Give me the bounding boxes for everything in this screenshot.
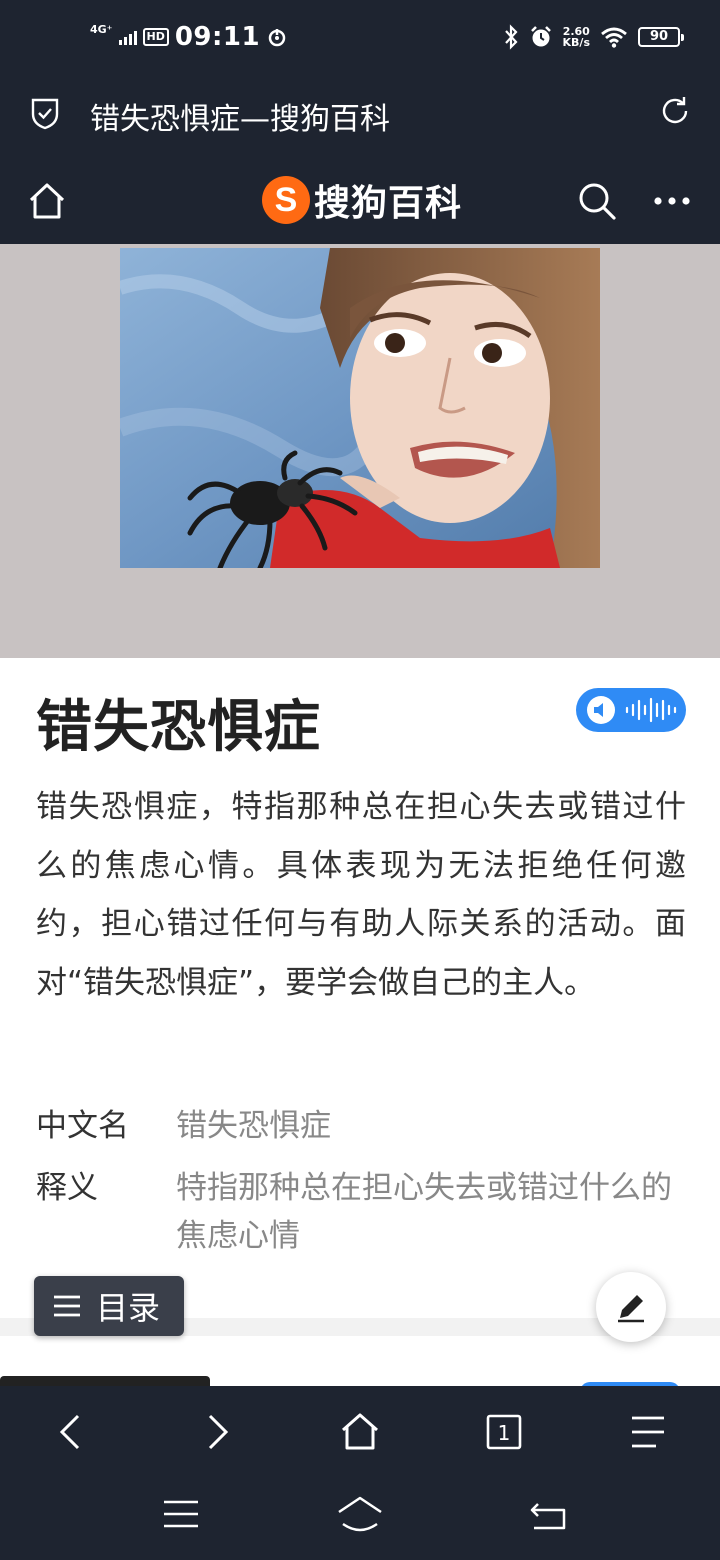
info-box: 中文名 错失恐惧症 释义 特指那种总在担心失去或错过什么的焦虑心情 <box>36 1102 686 1274</box>
system-back-icon[interactable] <box>524 1494 574 1534</box>
alarm-icon <box>530 26 551 47</box>
hd-badge: HD <box>142 28 169 46</box>
next-section-peek <box>0 1336 720 1386</box>
system-home-icon[interactable] <box>335 1494 385 1534</box>
home-icon[interactable] <box>26 180 68 222</box>
table-of-contents-button[interactable]: 目录 <box>34 1276 184 1336</box>
article-content: 错失恐惧症 错失恐惧症，特指那种总在担心失去或错过什么的焦虑心情。具体表现为无法… <box>0 658 720 1318</box>
bluetooth-icon <box>504 24 518 50</box>
tab-count: 1 <box>498 1421 511 1445</box>
article-image[interactable] <box>120 248 600 568</box>
shield-icon[interactable] <box>30 96 60 130</box>
info-key: 中文名 <box>36 1108 129 1144</box>
network-speed: 2.60 KB/s <box>563 26 590 48</box>
menu-icon[interactable] <box>626 1410 670 1454</box>
info-value: 错失恐惧症 <box>176 1108 331 1144</box>
wifi-icon <box>601 27 627 48</box>
logo-text: 搜狗百科 <box>314 183 463 224</box>
edit-icon <box>618 1295 644 1323</box>
toc-label: 目录 <box>96 1289 161 1327</box>
browser-toolbar: 1 <box>0 1386 720 1476</box>
reload-icon[interactable] <box>658 94 692 128</box>
edit-button[interactable] <box>596 1272 666 1342</box>
waveform-icon <box>625 697 677 723</box>
status-left: 4G⁺ HD 09:11 <box>90 22 288 52</box>
info-key: 释义 <box>36 1170 98 1206</box>
logo-badge: S <box>262 176 310 224</box>
search-icon[interactable] <box>576 180 618 222</box>
battery-indicator: 90 <box>638 27 684 47</box>
back-icon[interactable] <box>50 1410 94 1454</box>
info-row: 中文名 错失恐惧症 <box>36 1102 686 1150</box>
menu-icon <box>54 1295 80 1317</box>
status-right: 2.60 KB/s 90 <box>503 24 684 50</box>
network-type: 4G⁺ <box>90 22 113 36</box>
system-navigation <box>0 1476 720 1560</box>
read-aloud-button[interactable] <box>576 688 686 732</box>
site-header: S 搜狗百科 <box>0 156 720 244</box>
clock: 09:11 <box>174 22 261 52</box>
sync-icon <box>268 29 286 47</box>
recent-apps-icon[interactable] <box>156 1494 206 1534</box>
status-bar: 4G⁺ HD 09:11 2.60 KB/s 90 <box>0 0 720 78</box>
page-title-url[interactable]: 错失恐惧症—搜狗百科 <box>90 94 390 138</box>
forward-icon[interactable] <box>194 1410 238 1454</box>
signal-icon <box>118 29 137 45</box>
more-icon[interactable] <box>652 186 692 216</box>
sogou-baike-logo[interactable]: S 搜狗百科 <box>262 174 462 226</box>
tabs-icon[interactable]: 1 <box>482 1410 526 1454</box>
article-summary: 错失恐惧症，特指那种总在担心失去或错过什么的焦虑心情。具体表现为无法拒绝任何邀约… <box>36 789 686 1001</box>
speed-unit: KB/s <box>562 36 590 49</box>
url-bar: 错失恐惧症—搜狗百科 <box>0 78 720 156</box>
info-row: 释义 特指那种总在担心失去或错过什么的焦虑心情 <box>36 1164 686 1260</box>
hero-banner <box>0 244 720 658</box>
next-section-title <box>0 1376 210 1386</box>
home-icon[interactable] <box>338 1410 382 1454</box>
info-value: 特指那种总在担心失去或错过什么的焦虑心情 <box>176 1170 672 1254</box>
audio-icon <box>587 696 615 724</box>
article-title: 错失恐惧症 <box>36 695 321 760</box>
